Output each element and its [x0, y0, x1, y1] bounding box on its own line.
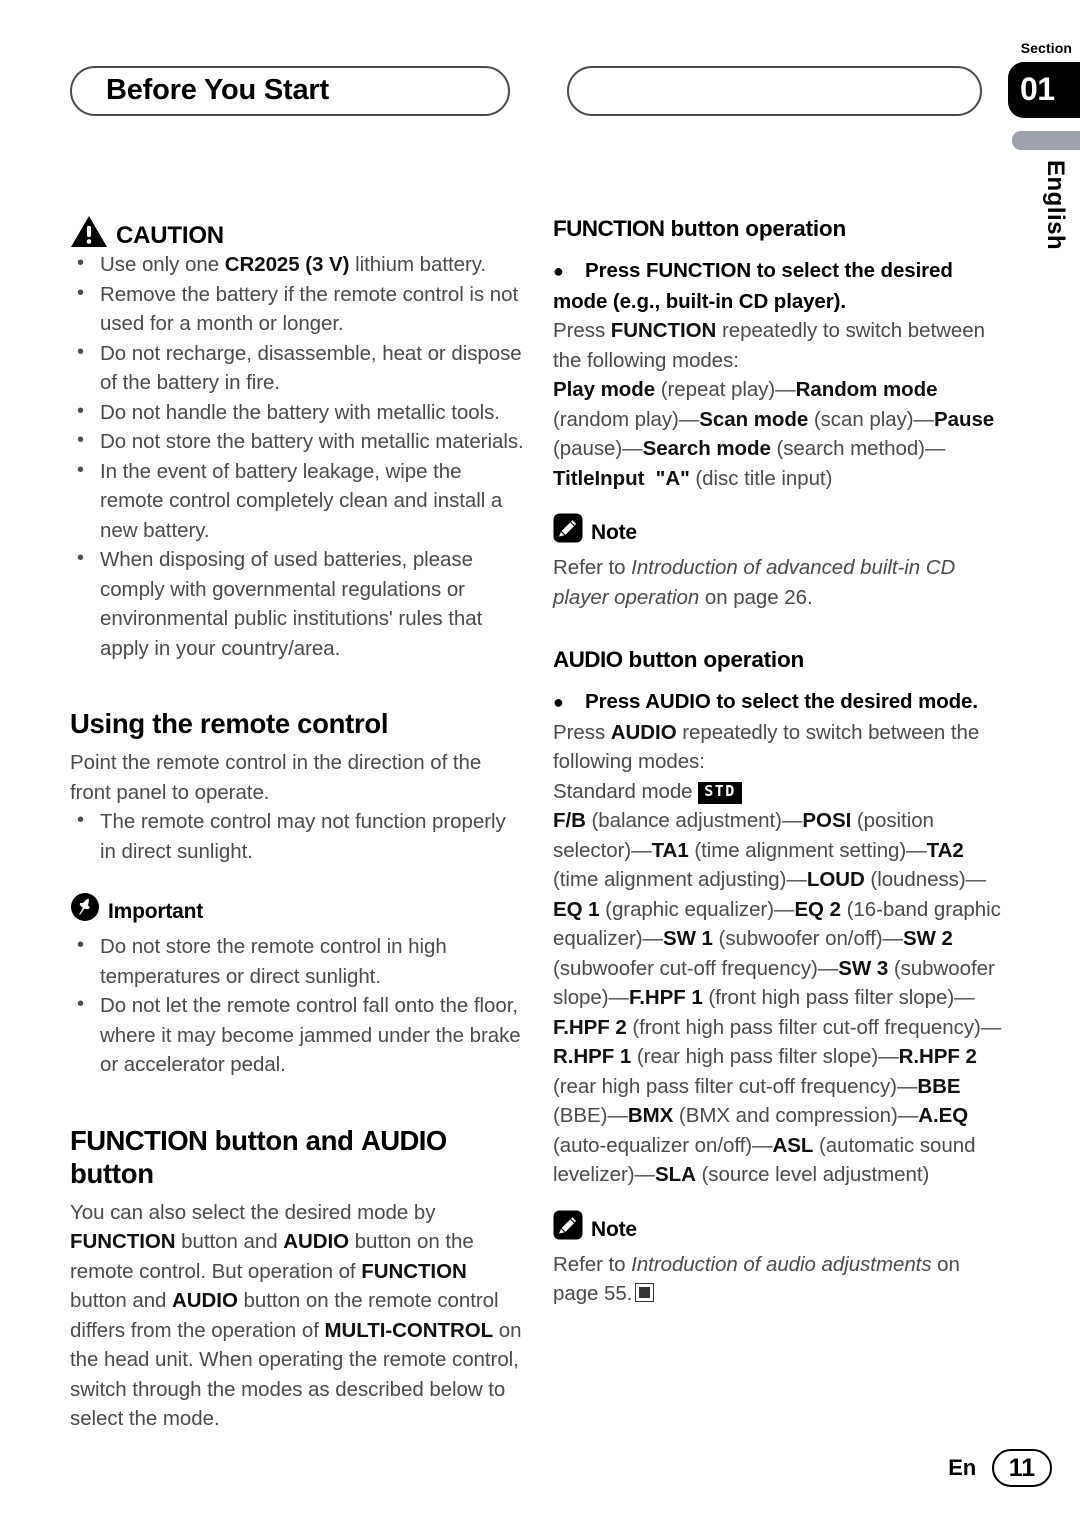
note-label-2: Note: [591, 1217, 637, 1241]
pin-icon: [71, 893, 99, 921]
warning-triangle-icon: [71, 216, 107, 247]
note-text-2-content: Refer to Introduction of audio adjustmen…: [553, 1252, 960, 1306]
function-audio-heading-part3: AUDIO: [361, 1124, 447, 1156]
audio-op-paragraph: Press AUDIO repeatedly to switch between…: [553, 720, 980, 774]
using-remote-heading: Using the remote control: [70, 708, 389, 739]
function-op-heading-part2: button operation: [664, 216, 847, 241]
list-item: Do not recharge, disassemble, heat or di…: [70, 338, 525, 398]
function-audio-heading-part4: button: [70, 1157, 154, 1189]
page-footer: En 11: [948, 1449, 1052, 1487]
caution-heading: CAUTION: [70, 215, 525, 248]
important-block: Important Do not store the remote contro…: [70, 892, 525, 1080]
note-label-1: Note: [591, 521, 637, 544]
manual-page: Before You Start Section 01 English CAUT…: [0, 0, 1080, 1529]
list-item: Remove the battery if the remote control…: [70, 279, 525, 339]
footer-language-code: En: [948, 1455, 976, 1480]
list-item: Do not store the remote control in high …: [70, 931, 525, 991]
filled-bullet-icon: ●: [553, 692, 564, 712]
note-heading-2: Note: [553, 1210, 1008, 1240]
list-item: Do not let the remote control fall onto …: [70, 990, 525, 1080]
page-title: Before You Start: [106, 73, 329, 106]
pencil-note-icon: [553, 513, 583, 543]
note-text-1: Refer to Introduction of advanced built-…: [553, 556, 956, 609]
chapter-title-pill: Before You Start: [70, 66, 510, 116]
note-text-2: Refer to Introduction of audio adjustmen…: [553, 1250, 1008, 1309]
std-badge: STD: [698, 781, 742, 804]
audio-operation-block: AUDIO button operation ● Press AUDIO to s…: [553, 646, 1008, 1309]
end-of-section-marker: [635, 1283, 655, 1302]
audio-op-bullet: ● Press AUDIO to select the desired mode.: [553, 687, 1008, 718]
filled-bullet-icon: ●: [553, 261, 564, 281]
audio-op-standard-mode: Standard mode STD: [553, 777, 1008, 807]
right-column: FUNCTION button operation ● Press FUNCTIO…: [553, 215, 1008, 1309]
section-label: Section: [1020, 40, 1072, 56]
footer-page-number: 11: [992, 1449, 1052, 1487]
important-label: Important: [108, 900, 204, 923]
using-remote-list: The remote control may not function prop…: [70, 806, 525, 866]
function-op-bullet: ● Press FUNCTION to select the desired mo…: [553, 256, 1008, 316]
function-audio-heading-part1: FUNCTION: [70, 1124, 208, 1156]
list-item: Do not handle the battery with metallic …: [70, 397, 525, 428]
function-audio-block: FUNCTION button and AUDIO button You can…: [70, 1124, 525, 1434]
function-operation-block: FUNCTION button operation ● Press FUNCTIO…: [553, 215, 1008, 612]
audio-op-heading: AUDIO button operation: [553, 646, 1008, 673]
audio-op-modes: F/B (balance adjustment)—POSI (position …: [553, 809, 1002, 1186]
list-item: In the event of battery leakage, wipe th…: [70, 456, 525, 546]
function-audio-paragraph: You can also select the desired mode by …: [70, 1200, 522, 1431]
caution-label: CAUTION: [116, 222, 224, 249]
function-audio-heading-part2: button and: [207, 1124, 361, 1156]
function-op-bullet-text: Press FUNCTION to select the desired mod…: [553, 259, 953, 313]
important-list: Do not store the remote control in high …: [70, 931, 525, 1080]
caution-list: Use only one CR2025 (3 V) lithium batter…: [70, 249, 525, 663]
standard-mode-label: Standard mode: [553, 779, 693, 803]
function-audio-heading: FUNCTION button and AUDIO button: [70, 1124, 525, 1190]
list-item: The remote control may not function prop…: [70, 806, 525, 866]
audio-op-heading-part1: AUDIO: [553, 647, 623, 672]
audio-op-heading-part2: button operation: [622, 647, 805, 672]
language-tab-label: English: [1042, 160, 1069, 251]
pencil-note-icon: [553, 1210, 583, 1239]
section-number: 01: [1020, 70, 1055, 107]
function-op-heading-part1: FUNCTION: [553, 216, 665, 241]
left-column: CAUTION Use only one CR2025 (3 V) lithiu…: [70, 215, 525, 1434]
header-empty-pill: [567, 66, 982, 116]
list-item: When disposing of used batteries, please…: [70, 544, 525, 663]
language-tab-bar: [1012, 131, 1080, 150]
section-number-tab: 01: [1008, 62, 1080, 118]
list-item: Use only one CR2025 (3 V) lithium batter…: [70, 249, 525, 280]
list-item: Do not store the battery with metallic m…: [70, 426, 525, 457]
page-header: Before You Start: [70, 66, 982, 118]
function-op-heading: FUNCTION button operation: [553, 215, 1008, 242]
audio-op-bullet-text: Press AUDIO to select the desired mode.: [585, 690, 978, 713]
function-op-modes: Play mode (repeat play)—Random mode (ran…: [553, 378, 995, 490]
note-heading-1: Note: [553, 513, 1008, 543]
function-op-paragraph: Press FUNCTION repeatedly to switch betw…: [553, 319, 985, 372]
important-heading: Important: [70, 892, 525, 922]
caution-block: CAUTION Use only one CR2025 (3 V) lithiu…: [70, 215, 525, 663]
using-remote-block: Using the remote control Point the remot…: [70, 707, 525, 866]
using-remote-paragraph: Point the remote control in the directio…: [70, 751, 482, 804]
